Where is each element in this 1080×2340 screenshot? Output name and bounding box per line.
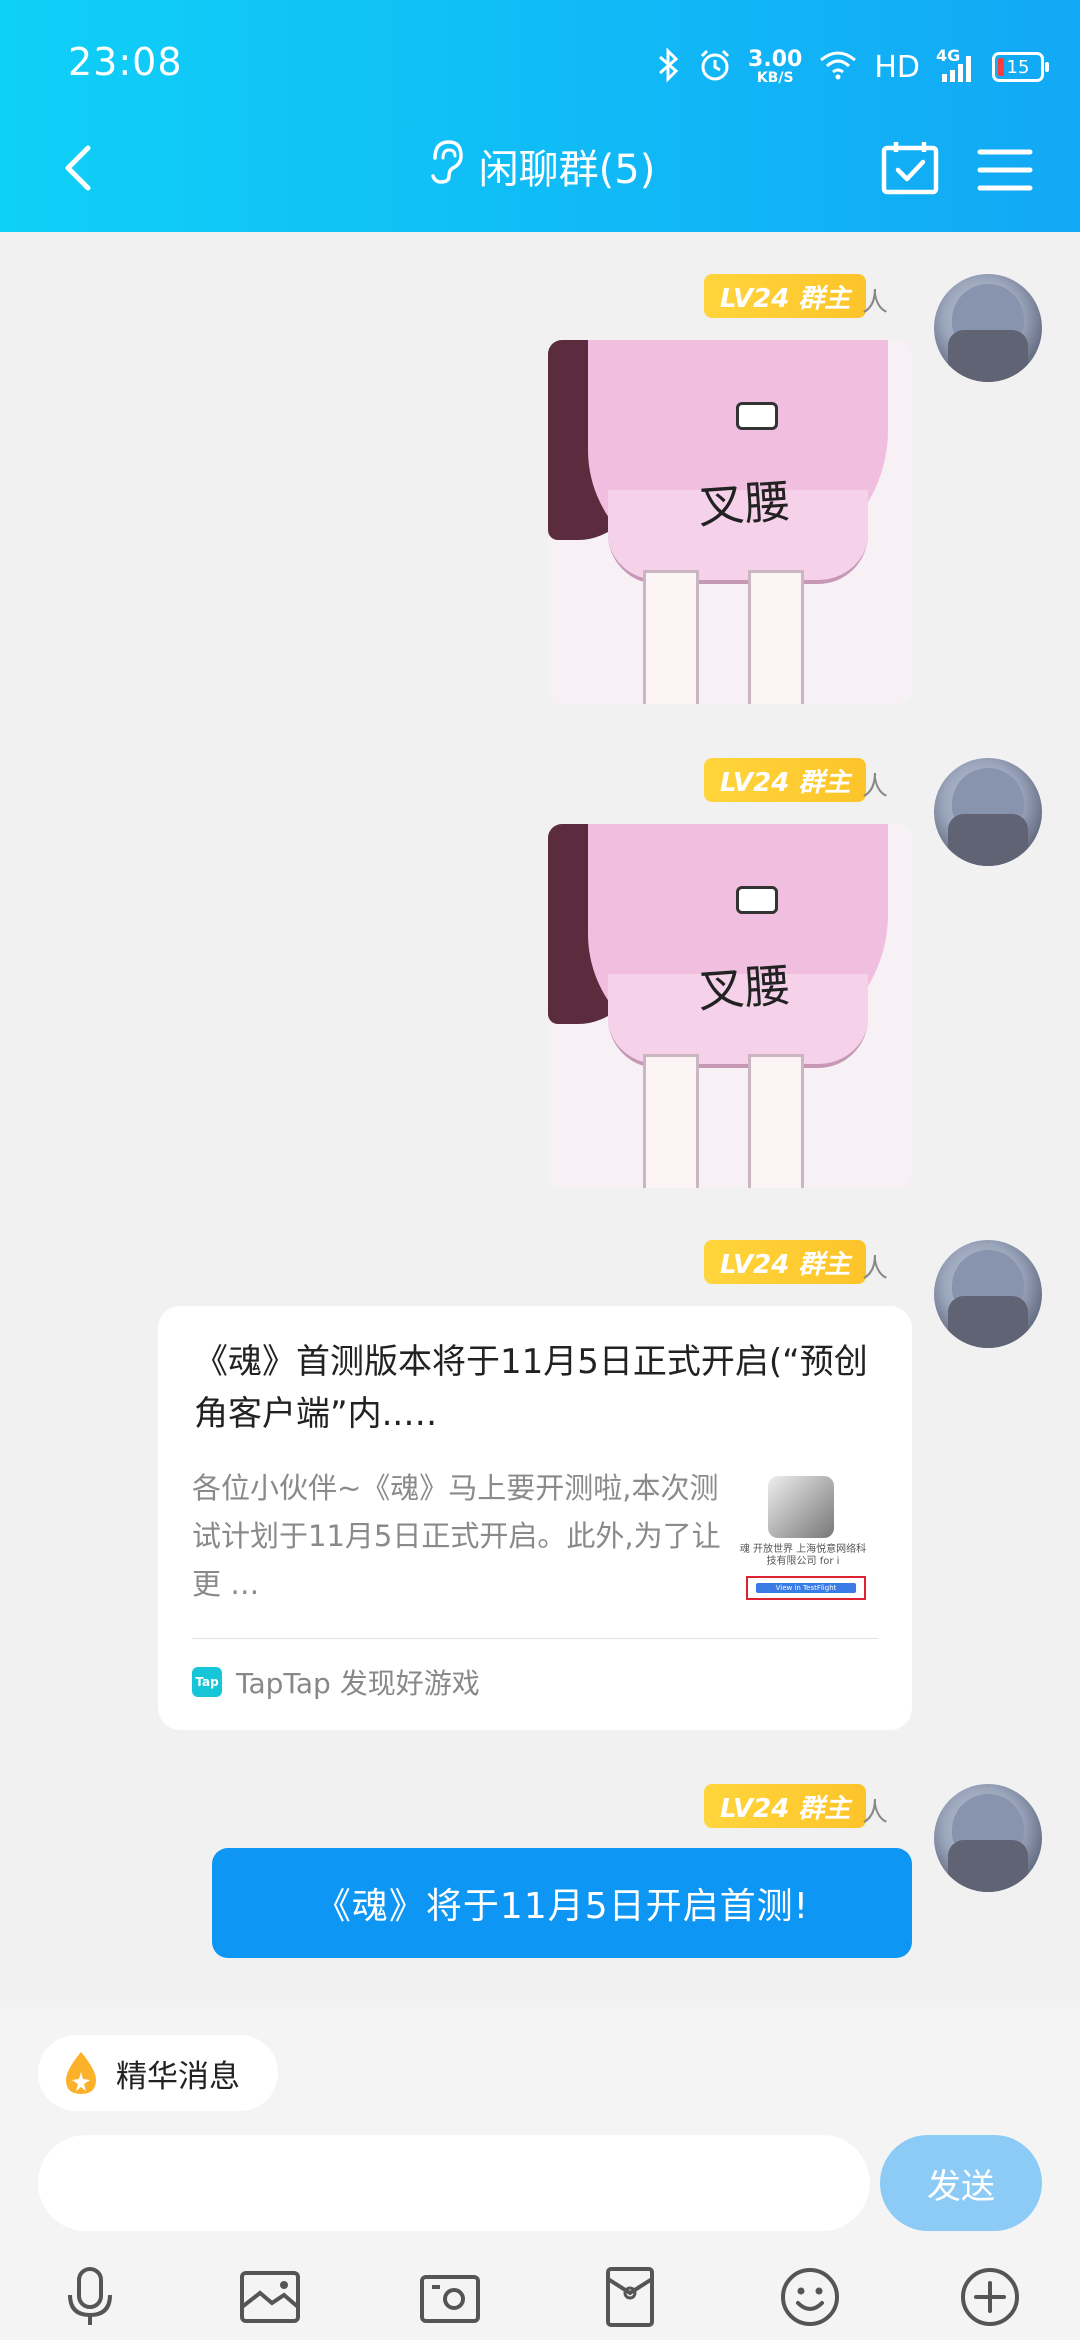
- share-card[interactable]: 《魂》首测版本将于11月5日正式开启(“预创角客户端”内..… 各位小伙伴~《魂…: [158, 1306, 912, 1730]
- taptap-icon: Tap: [192, 1667, 222, 1697]
- sender-name: 人: [862, 1254, 889, 1284]
- sticker-message[interactable]: 叉腰: [548, 340, 912, 704]
- sender-name: 人: [862, 772, 889, 802]
- essence-messages-button[interactable]: 精华消息: [38, 2035, 278, 2111]
- sticker-leg: [748, 570, 804, 704]
- microphone-icon[interactable]: [50, 2257, 130, 2337]
- thumbnail-button: View in TestFlight: [756, 1583, 856, 1593]
- sticker-leg: [748, 1054, 804, 1188]
- sticker-message[interactable]: 叉腰: [548, 824, 912, 1188]
- card-divider: [192, 1638, 878, 1639]
- card-source: Tap TapTap 发现好游戏: [192, 1662, 480, 1702]
- chat-title: 闲聊群(5): [478, 147, 656, 193]
- sticker-leg: [643, 1054, 699, 1188]
- input-toolbar: [0, 2257, 1080, 2337]
- send-button[interactable]: 发送: [880, 2135, 1042, 2231]
- battery-fill: [998, 58, 1004, 76]
- card-source-label: TapTap 发现好游戏: [236, 1667, 480, 1700]
- sender-name: 人: [862, 288, 889, 318]
- member-badge: LV24 群主: [704, 1784, 867, 1828]
- card-thumbnail: 魂 开放世界 上海悦意网络科技有限公司 for i View in TestFl…: [736, 1476, 870, 1606]
- sticker-tag: [736, 886, 778, 914]
- sender-name: 人: [862, 1798, 889, 1828]
- avatar[interactable]: [934, 1784, 1042, 1892]
- member-badge: LV24 群主: [704, 758, 867, 802]
- emoji-icon[interactable]: [770, 2257, 850, 2337]
- alarm-icon: [698, 48, 732, 86]
- hd-label: HD: [874, 49, 920, 85]
- composer: 精华消息 发送: [0, 2007, 1080, 2340]
- message-input[interactable]: [38, 2135, 870, 2231]
- text-message-bubble[interactable]: 《魂》将于11月5日开启首测!: [212, 1848, 912, 1958]
- thumbnail-button-frame: View in TestFlight: [746, 1576, 866, 1600]
- plus-icon[interactable]: [950, 2257, 1030, 2337]
- status-icons: 3.00 KB/S HD 4G 15: [656, 42, 1049, 92]
- chat-header: 闲聊群(5): [0, 130, 1080, 232]
- calendar-check-icon[interactable]: [878, 138, 942, 198]
- net-speed-value: 3.00: [748, 47, 803, 72]
- signal-icon: 4G: [936, 46, 976, 84]
- sticker-leg: [643, 570, 699, 704]
- sticker-text: 叉腰: [696, 957, 792, 1019]
- battery-icon: 15: [992, 52, 1049, 82]
- sticker-text: 叉腰: [696, 473, 792, 535]
- card-title: 《魂》首测版本将于11月5日正式开启(“预创角客户端”内..…: [194, 1342, 868, 1434]
- camera-icon[interactable]: [410, 2257, 490, 2337]
- status-time: 23:08: [68, 40, 183, 84]
- member-badge: LV24 群主: [704, 274, 867, 318]
- member-badge: LV24 群主: [704, 1240, 867, 1284]
- wifi-icon: [818, 50, 858, 84]
- message-list[interactable]: LV24 群主 人 叉腰 LV24 群主 人 叉腰 LV24 群主 人 《魂》首…: [0, 232, 1080, 2007]
- avatar[interactable]: [934, 274, 1042, 382]
- flame-drop-icon: [62, 2050, 100, 2096]
- red-packet-icon[interactable]: [590, 2257, 670, 2337]
- sticker-tag: [736, 402, 778, 430]
- bluetooth-icon: [656, 47, 682, 87]
- thumbnail-caption: 魂 开放世界 上海悦意网络科技有限公司 for i: [739, 1544, 867, 1567]
- card-description: 各位小伙伴~《魂》马上要开测啦,本次测试计划于11月5日正式开启。此外,为了让更…: [192, 1471, 721, 1601]
- avatar[interactable]: [934, 758, 1042, 866]
- essence-label: 精华消息: [116, 2058, 240, 2095]
- game-app-icon: [768, 1476, 834, 1538]
- avatar[interactable]: [934, 1240, 1042, 1348]
- image-icon[interactable]: [230, 2257, 310, 2337]
- ear-icon[interactable]: [425, 136, 465, 196]
- top-bar: 23:08 3.00 KB/S HD 4G 15 闲聊群(5): [0, 0, 1080, 232]
- net-speed-unit: KB/S: [756, 70, 794, 86]
- battery-level: 15: [1006, 56, 1030, 78]
- menu-icon[interactable]: [974, 138, 1038, 198]
- net-speed: 3.00 KB/S: [748, 47, 803, 86]
- status-bar: 23:08 3.00 KB/S HD 4G 15: [0, 0, 1080, 130]
